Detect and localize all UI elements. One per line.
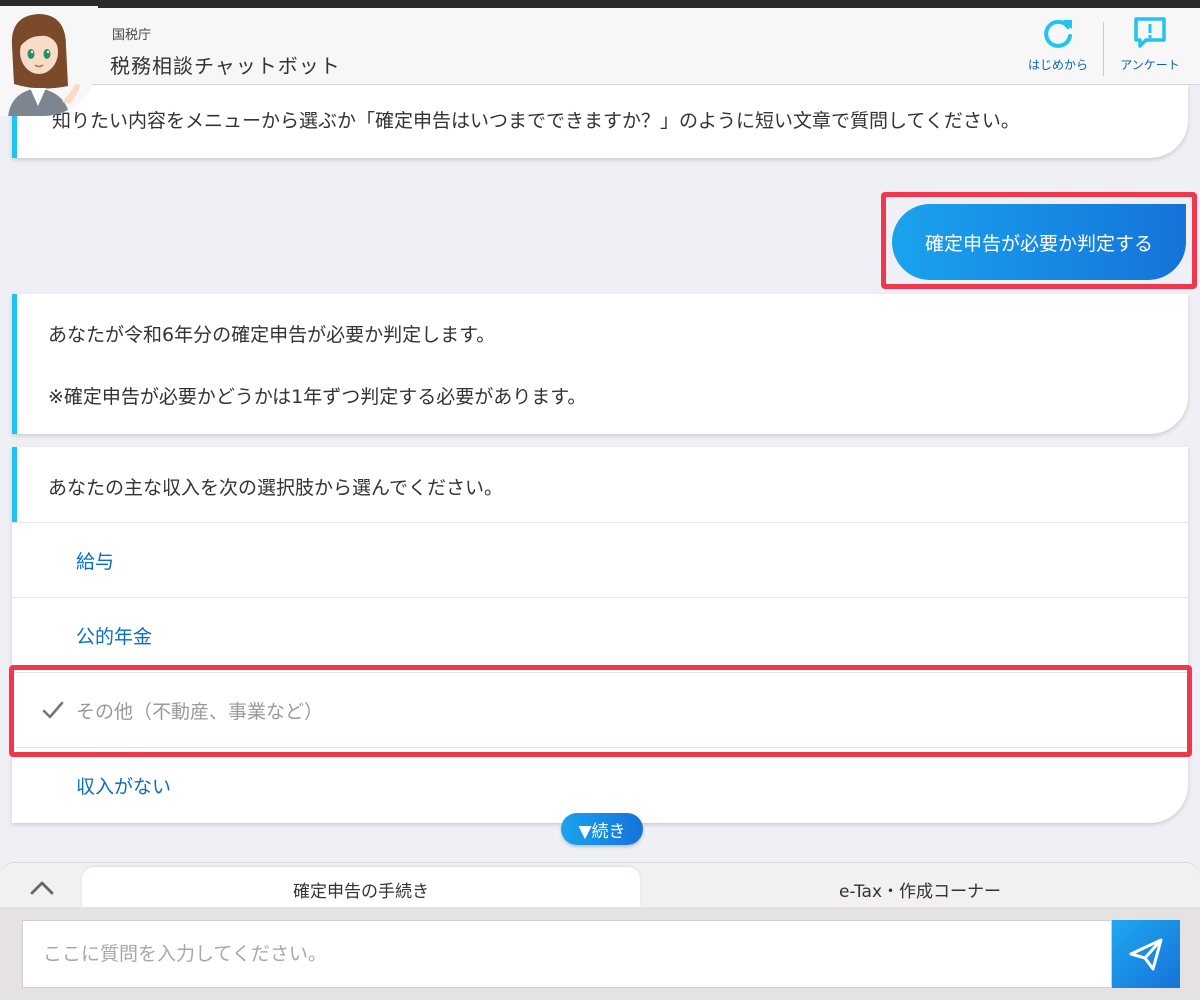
highlight-box-user-message: [881, 192, 1197, 289]
send-button[interactable]: [1112, 920, 1180, 988]
send-icon: [1129, 938, 1163, 971]
survey-button[interactable]: アンケート: [1112, 16, 1188, 78]
chatbot-title: 税務相談チャットボット: [110, 54, 341, 78]
top-strip: [0, 0, 1200, 8]
intro-text: 知りたい内容をメニューから選ぶか「確定申告はいつまでできますか？」のように短い文…: [52, 110, 1020, 132]
bottom-panel: 確定申告の手続き e-Tax・作成コーナー: [0, 862, 1200, 1000]
question-input[interactable]: [22, 920, 1112, 988]
continue-button[interactable]: ▼続き: [561, 813, 643, 845]
bot-intro-bubble: 知りたい内容をメニューから選ぶか「確定申告はいつまでできますか？」のように短い文…: [12, 85, 1188, 158]
option-label: 公的年金: [76, 626, 153, 648]
bot-reply-line2: ※確定申告が必要かどうかは1年ずつ判定する必要があります。: [48, 386, 587, 408]
restart-label: はじめから: [1027, 58, 1088, 72]
tab-etax[interactable]: e-Tax・作成コーナー: [640, 867, 1200, 911]
chevron-up-icon[interactable]: [28, 877, 56, 899]
feedback-icon: [1134, 17, 1166, 48]
tab-tax-return-procedures[interactable]: 確定申告の手続き: [82, 867, 640, 911]
input-row: [0, 907, 1200, 1000]
header: 国税庁 税務相談チャットボット はじめから アンケート: [0, 8, 1200, 85]
refresh-icon: [1044, 19, 1072, 48]
survey-label: アンケート: [1120, 58, 1180, 72]
header-divider: [1103, 22, 1104, 76]
option-label: 収入がない: [76, 776, 172, 798]
highlight-box-selected-option: [9, 665, 1192, 757]
org-name: 国税庁: [112, 28, 152, 43]
tab-label: 確定申告の手続き: [293, 881, 429, 902]
bot-question-bubble: あなたの主な収入を次の選択肢から選んでください。 給与 公的年金 その他（不動産…: [12, 447, 1188, 823]
restart-button[interactable]: はじめから: [1022, 16, 1094, 78]
option-salary[interactable]: 給与: [12, 522, 1188, 597]
bot-reply-bubble: あなたが令和6年分の確定申告が必要か判定します。 ※確定申告が必要かどうかは1年…: [12, 294, 1188, 434]
option-label: 給与: [76, 551, 115, 573]
bot-reply-line1: あなたが令和6年分の確定申告が必要か判定します。: [48, 324, 496, 346]
accent-bar: [12, 447, 17, 522]
option-no-income[interactable]: 収入がない: [12, 747, 1188, 822]
option-pension[interactable]: 公的年金: [12, 597, 1188, 672]
question-text: あなたの主な収入を次の選択肢から選んでください。: [48, 477, 504, 499]
tab-label: e-Tax・作成コーナー: [838, 881, 1002, 902]
